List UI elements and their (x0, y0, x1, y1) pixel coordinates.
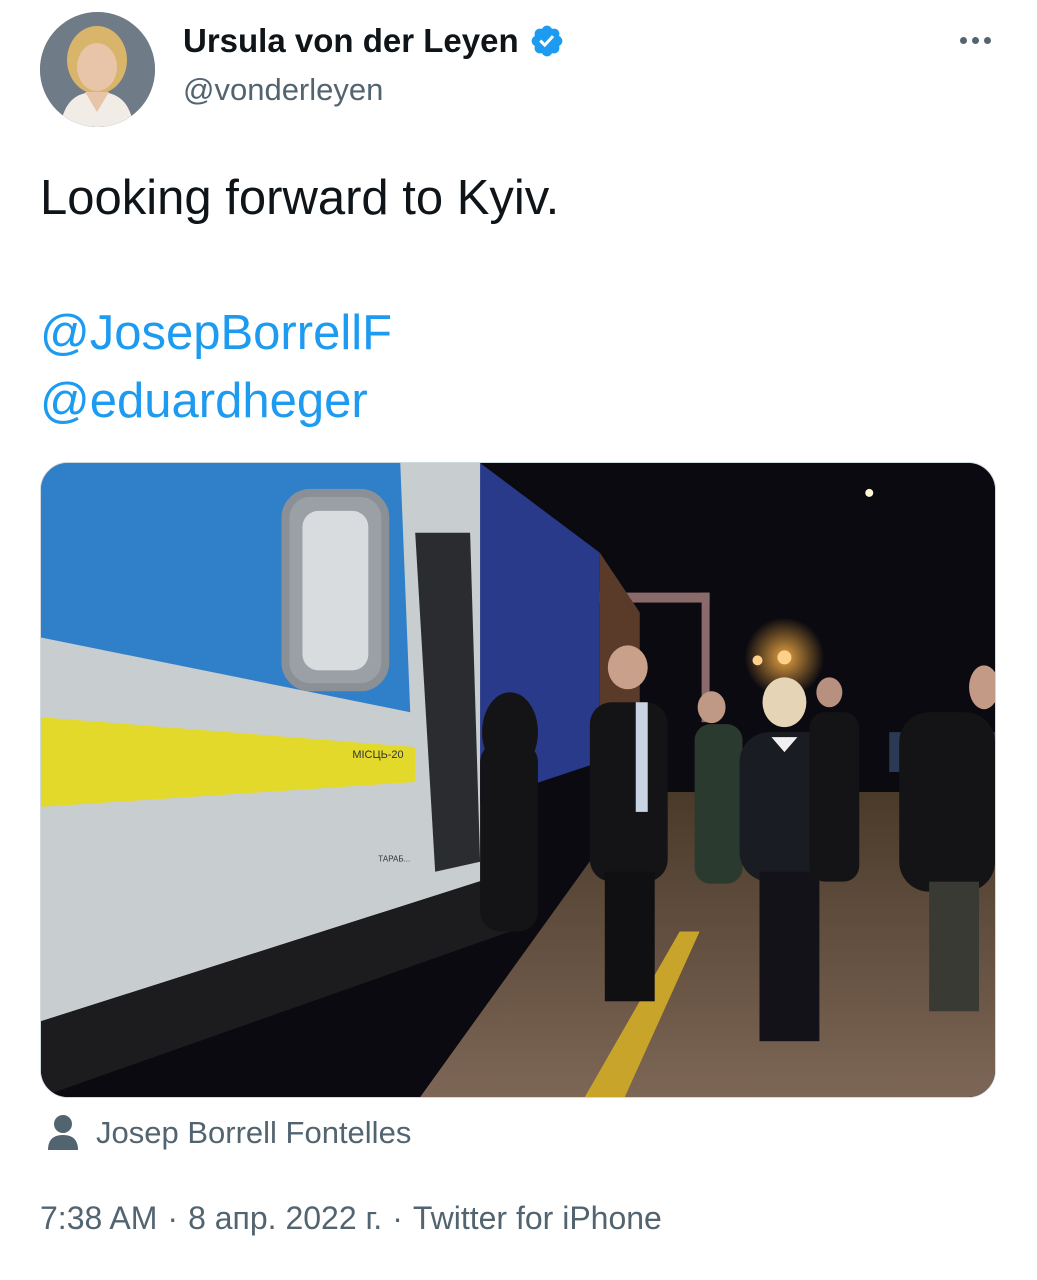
more-options-button[interactable] (953, 24, 997, 56)
tweet-meta: 7:38 AM · 8 апр. 2022 г. · Twitter for i… (40, 1196, 662, 1240)
author-handle[interactable]: @vonderleyen (183, 70, 383, 110)
person-icon (48, 1115, 78, 1150)
author-avatar[interactable] (40, 12, 155, 127)
meta-separator: · (167, 1200, 179, 1236)
tweet-source-link[interactable]: Twitter for iPhone (413, 1196, 662, 1240)
more-dot-icon (983, 36, 991, 44)
tweet-time[interactable]: 7:38 AM (40, 1196, 157, 1240)
more-dot-icon (971, 36, 979, 44)
mention-link-josepborrellf[interactable]: @JosepBorrellF (40, 303, 392, 363)
more-dot-icon (959, 36, 967, 44)
tweet-photo[interactable]: МІСЦЬ-20 ТАРАБ... (40, 462, 996, 1098)
meta-separator: · (392, 1200, 403, 1236)
verified-badge-icon (531, 25, 562, 57)
photo-credit-name[interactable]: Josep Borrell Fontelles (96, 1112, 411, 1154)
photo-credit[interactable]: Josep Borrell Fontelles (46, 1112, 411, 1154)
author-name-row: Ursula von der Leyen (183, 20, 565, 62)
author-display-name[interactable]: Ursula von der Leyen (183, 20, 519, 62)
train-platform-photo: МІСЦЬ-20 ТАРАБ... (41, 463, 995, 1097)
avatar-photo (40, 12, 155, 127)
tweet-date[interactable]: 8 апр. 2022 г. (188, 1196, 382, 1240)
tweet-text: Looking forward to Kyiv. (40, 171, 560, 225)
car-label: МІСЦЬ-20 (352, 749, 403, 761)
car-sub-label: ТАРАБ... (378, 855, 410, 864)
mention-link-eduardheger[interactable]: @eduardheger (40, 371, 368, 431)
